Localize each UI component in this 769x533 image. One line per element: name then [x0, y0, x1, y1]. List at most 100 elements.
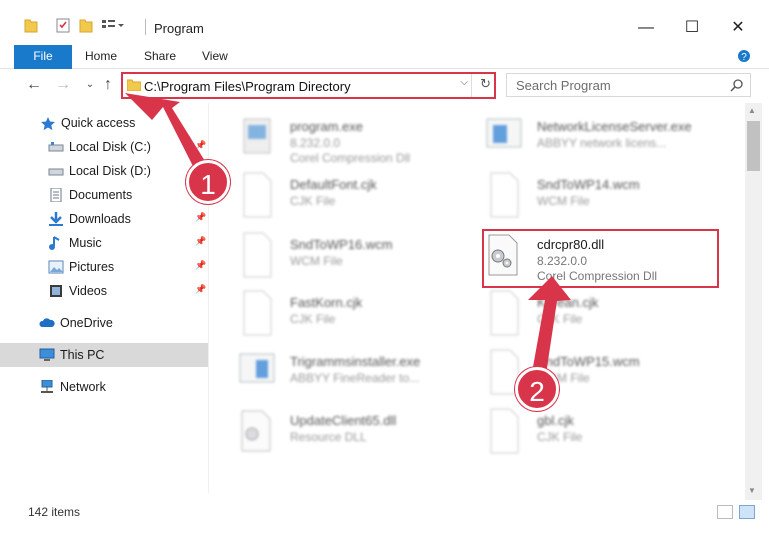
document-icon	[490, 172, 519, 218]
documents-icon	[50, 188, 62, 202]
file-version: ABBYY network licens...	[537, 136, 667, 150]
file-item[interactable]: SndToWP14.wcm WCM File	[485, 171, 735, 227]
recent-locations-chevron-icon[interactable]: ⌄	[80, 75, 100, 95]
sidebar-item-label: Music	[69, 236, 102, 250]
pin-icon: 📌	[195, 284, 207, 294]
file-item[interactable]: NetworkLicenseServer.exe ABBYY network l…	[485, 113, 735, 169]
up-arrow-icon[interactable]: ↑	[98, 75, 118, 95]
file-type: CJK File	[290, 312, 336, 326]
dll-gear-icon	[241, 410, 271, 452]
file-type: WCM File	[290, 254, 343, 268]
file-list: program.exe 8.232.0.0 Corel Compression …	[210, 103, 745, 493]
file-name: UpdateClient65.dll	[290, 413, 397, 428]
help-icon[interactable]: ?	[737, 49, 751, 63]
file-item[interactable]: FastKorn.cjk CJK File	[238, 289, 488, 345]
file-type: WCM File	[537, 194, 590, 208]
back-arrow-icon[interactable]: ←	[24, 75, 44, 95]
address-path: C:\Program Files\Program Directory	[144, 79, 351, 94]
close-button[interactable]: ✕	[715, 12, 761, 44]
pin-icon: 📌	[195, 212, 207, 222]
scroll-up-icon[interactable]: ▲	[748, 106, 756, 115]
tab-home[interactable]: Home	[85, 45, 117, 69]
exe-icon	[243, 118, 271, 154]
refresh-icon[interactable]: ↻	[480, 76, 491, 92]
window-title: Program	[154, 21, 204, 36]
star-icon	[41, 117, 55, 130]
search-box[interactable]: Search Program	[506, 73, 751, 97]
file-name: gbl.cjk	[537, 413, 574, 428]
network-icon	[41, 380, 53, 393]
step-badge-2: 2	[515, 367, 559, 411]
scroll-down-icon[interactable]: ▼	[748, 486, 756, 495]
file-item[interactable]: Korean.cjk CJK File	[485, 289, 735, 345]
details-view-icon[interactable]	[717, 505, 733, 519]
file-item[interactable]: program.exe 8.232.0.0 Corel Compression …	[238, 113, 488, 169]
file-name: SndToWP16.wcm	[290, 237, 393, 252]
forward-arrow-icon[interactable]: →	[53, 75, 73, 95]
file-version: Resource DLL	[290, 430, 367, 444]
file-type: CJK File	[290, 194, 336, 208]
document-icon	[490, 290, 519, 336]
file-name: DefaultFont.cjk	[290, 177, 377, 192]
application-icon	[486, 118, 522, 148]
title-bar: Program — ☐ ✕	[0, 0, 769, 44]
document-icon	[243, 172, 272, 218]
file-name: Korean.cjk	[537, 295, 599, 310]
status-bar: 142 items	[0, 500, 769, 524]
sidebar-item-label: This PC	[60, 348, 105, 362]
sidebar-item-label: OneDrive	[60, 316, 113, 330]
vertical-scrollbar[interactable]: ▲ ▼	[745, 103, 762, 500]
tab-share[interactable]: Share	[144, 45, 176, 69]
minimize-button[interactable]: —	[623, 12, 669, 44]
pin-icon: 📌	[195, 236, 207, 246]
file-version: 8.232.0.0	[290, 136, 341, 150]
file-name: Trigrammsinstaller.exe	[290, 354, 421, 369]
drive-icon	[48, 142, 64, 152]
address-bar[interactable]: C:\Program Files\Program Directory ⌵ ↻	[121, 72, 496, 99]
document-icon	[243, 290, 272, 336]
sidebar-item-label: Downloads	[69, 212, 131, 226]
folder-icon[interactable]	[24, 17, 38, 37]
large-icons-view-icon[interactable]	[739, 505, 755, 519]
file-item[interactable]: SndToWP16.wcm WCM File	[238, 231, 488, 287]
pin-icon: 📌	[195, 260, 207, 270]
sidebar-item-label: Local Disk (C:)	[69, 140, 151, 154]
file-item[interactable]: UpdateClient65.dll Resource DLL	[238, 407, 488, 463]
search-icon[interactable]	[730, 78, 744, 92]
download-icon	[49, 212, 63, 226]
scrollbar-thumb[interactable]	[747, 121, 760, 171]
sidebar-item-label: Videos	[69, 284, 107, 298]
videos-icon	[50, 285, 62, 297]
pin-icon: 📌	[195, 140, 207, 150]
address-folder-icon	[127, 79, 141, 91]
title-separator	[145, 19, 146, 35]
item-count: 142 items	[28, 505, 81, 519]
ribbon-tabs: File Home Share View ?	[0, 44, 769, 69]
cloud-icon	[39, 318, 55, 327]
file-item[interactable]: DefaultFont.cjk CJK File	[238, 171, 488, 227]
navigation-pane: Quick access Local Disk (C:) 📌 Local Dis…	[0, 103, 209, 493]
document-icon	[243, 232, 272, 278]
file-item[interactable]: Trigrammsinstaller.exe ABBYY FineReader …	[238, 348, 488, 404]
file-item[interactable]: gbl.cjk CJK File	[485, 407, 735, 463]
file-name: NetworkLicenseServer.exe	[537, 119, 692, 134]
customize-toolbar-icon[interactable]	[101, 17, 125, 37]
tab-file[interactable]: File	[14, 45, 72, 69]
computer-icon	[39, 348, 55, 361]
address-dropdown-icon[interactable]: ⌵	[460, 77, 468, 88]
tab-view[interactable]: View	[202, 45, 228, 69]
file-type: CJK File	[537, 312, 583, 326]
search-input[interactable]: Search Program	[516, 78, 611, 93]
address-separator	[471, 74, 472, 97]
file-type: CJK File	[537, 430, 583, 444]
maximize-button[interactable]: ☐	[669, 12, 715, 44]
application-icon	[239, 353, 275, 383]
svg-text:?: ?	[741, 52, 747, 63]
file-name: program.exe	[290, 119, 363, 134]
sidebar-item-label: Documents	[69, 188, 133, 202]
drive-icon	[48, 168, 64, 176]
new-folder-icon[interactable]	[79, 17, 93, 37]
properties-icon[interactable]	[55, 17, 71, 37]
file-highlight-box	[482, 229, 719, 288]
file-description: Corel Compression Dll	[290, 151, 411, 165]
